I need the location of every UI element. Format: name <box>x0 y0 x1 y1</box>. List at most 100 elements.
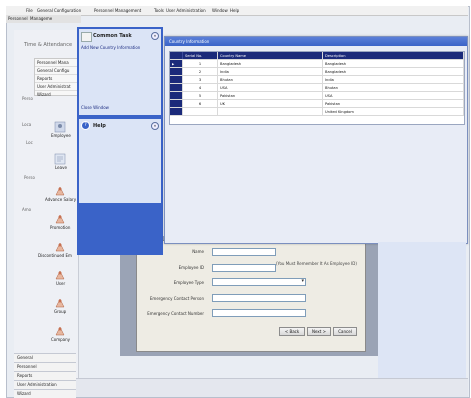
bottom-nav: General Personnel Reports User Administr… <box>14 353 76 398</box>
country-table: Serial No. Country Name Description ▶ 1 … <box>169 51 465 125</box>
menu-help[interactable]: Help <box>230 8 239 13</box>
add-country-link[interactable]: Add New Country Information <box>81 45 140 50</box>
country-window-title: Country Information <box>169 39 210 44</box>
tree-item-general[interactable]: General Configu <box>35 67 79 75</box>
side-label-perso-2: Perso <box>24 175 35 180</box>
table-row[interactable]: ▶ 1 Bangladesh Bangladesh <box>170 59 464 68</box>
help-panel: ? Help « <box>79 119 161 203</box>
cell-serial: 3 <box>182 75 218 84</box>
leave-icon[interactable] <box>54 150 66 165</box>
task-pane: Common Task « Add New Country Informatio… <box>77 27 163 255</box>
cell-serial: 6 <box>182 99 218 108</box>
leave-label[interactable]: Leave <box>55 165 67 170</box>
country-window-titlebar: Country Information <box>165 37 467 46</box>
menu-tools[interactable]: Tools <box>154 8 164 13</box>
cell-serial: 1 <box>182 59 218 68</box>
bottom-nav-reports[interactable]: Reports <box>14 371 76 380</box>
user-icon[interactable] <box>54 266 66 280</box>
emergency-contact-number-field[interactable] <box>212 309 306 317</box>
employee-type-select[interactable]: ▾ <box>212 278 306 286</box>
discontinued-employee-label[interactable]: Discontinued Em <box>38 253 72 258</box>
right-workspace <box>378 242 466 378</box>
tree-item-wizard[interactable]: Wizard <box>35 91 79 98</box>
tree-item-reports[interactable]: Reports <box>35 75 79 83</box>
table-header: Serial No. Country Name Description <box>170 52 464 60</box>
advance-salary-label[interactable]: Advance Salary <box>45 197 76 202</box>
cell-serial: 5 <box>182 91 218 100</box>
promotion-icon[interactable] <box>54 210 66 224</box>
menu-file[interactable]: File <box>26 8 33 13</box>
company-label[interactable]: Company <box>51 337 70 342</box>
bottom-nav-general[interactable]: General <box>14 353 76 362</box>
col-description[interactable]: Description <box>322 52 464 60</box>
menu-user-administration[interactable]: User Administration <box>166 8 206 13</box>
common-task-panel: Common Task « Add New Country Informatio… <box>79 29 161 115</box>
company-icon[interactable] <box>54 322 66 336</box>
wizard-dialog: Name Employee ID (You Must Remember It A… <box>136 240 366 352</box>
advance-salary-icon[interactable] <box>54 182 66 196</box>
cell-country-name: USA <box>217 83 323 92</box>
employee-icon[interactable] <box>54 118 66 133</box>
group-icon[interactable] <box>54 294 66 308</box>
name-field[interactable] <box>212 248 276 256</box>
user-label[interactable]: User <box>56 281 65 286</box>
discontinued-employee-icon[interactable] <box>54 238 66 252</box>
bottom-nav-user-admin[interactable]: User Administration <box>14 380 76 389</box>
cell-country-name: Bangladesh <box>217 59 323 68</box>
back-button[interactable]: < Back <box>279 327 305 336</box>
table-row[interactable]: 6 UK Pakistan <box>170 99 464 108</box>
group-label[interactable]: Group <box>54 309 66 314</box>
row-selector[interactable] <box>170 75 183 84</box>
tree-item-user-admin[interactable]: User Administrat <box>35 83 79 91</box>
cell-description: Bangladesh <box>322 59 464 68</box>
tree-item-personnel[interactable]: Personnel Mana <box>35 59 79 67</box>
row-selector[interactable]: ▶ <box>170 59 183 68</box>
employee-id-hint: (You Must Remember It As Employee ID) <box>276 261 357 266</box>
bottom-nav-wizard[interactable]: Wizard <box>14 389 76 398</box>
employee-type-label: Employee Type <box>173 280 204 285</box>
menu-personnel-management[interactable]: Personnel Management <box>94 8 141 13</box>
menu-general-configuration[interactable]: General Configuration <box>37 8 81 13</box>
close-window-link[interactable]: Close Window <box>81 105 109 110</box>
collapse-icon[interactable]: « <box>151 122 159 130</box>
table-row[interactable]: United Kingdom <box>170 107 464 116</box>
row-header-cell <box>170 52 183 60</box>
panel-title: Time & Attendance <box>24 42 73 48</box>
tab-manageme[interactable]: Manageme <box>30 16 52 21</box>
employee-id-label: Employee ID <box>178 265 204 270</box>
row-selector[interactable] <box>170 107 183 116</box>
cell-country-name: UK <box>217 99 323 108</box>
col-country-name[interactable]: Country Name <box>217 52 323 60</box>
table-row[interactable]: 3 Bhutan India <box>170 75 464 84</box>
row-selector[interactable] <box>170 83 183 92</box>
menu-window[interactable]: Window <box>212 8 228 13</box>
table-row[interactable]: 5 Pakistan USA <box>170 91 464 100</box>
row-selector[interactable] <box>170 67 183 76</box>
cell-description: United Kingdom <box>322 107 464 116</box>
common-task-title: Common Task <box>93 33 132 39</box>
country-window: Country Information Serial No. Country N… <box>164 36 468 244</box>
bottom-nav-personnel[interactable]: Personnel <box>14 362 76 371</box>
status-bar <box>76 378 468 397</box>
side-label-loca: Loca <box>22 122 32 127</box>
table-row[interactable]: 4 USA Bhutan <box>170 83 464 92</box>
employee-label[interactable]: Employee <box>51 133 71 138</box>
tab-personnel[interactable]: Personnel <box>8 16 28 21</box>
row-selector[interactable] <box>170 99 183 108</box>
collapse-icon[interactable]: « <box>151 32 159 40</box>
promotion-label[interactable]: Promotion <box>50 225 70 230</box>
chevron-down-icon[interactable]: ▾ <box>301 278 304 284</box>
side-label-loc: Loc <box>26 140 33 145</box>
next-button[interactable]: Next > <box>307 327 331 336</box>
cell-serial: 4 <box>182 83 218 92</box>
side-label-perso: Perso <box>22 96 33 101</box>
emergency-contact-person-field[interactable] <box>212 294 306 302</box>
nav-tree: Personnel Mana General Configu Reports U… <box>34 58 80 98</box>
table-row[interactable]: 2 India Bangladesh <box>170 67 464 76</box>
cell-description: Bhutan <box>322 83 464 92</box>
cancel-button[interactable]: Cancel <box>333 327 357 336</box>
col-serial[interactable]: Serial No. <box>182 52 218 60</box>
row-selector[interactable] <box>170 91 183 100</box>
employee-id-field[interactable] <box>212 264 276 272</box>
icon-column: Employee Leave Advance Salary Promotion … <box>38 118 80 348</box>
